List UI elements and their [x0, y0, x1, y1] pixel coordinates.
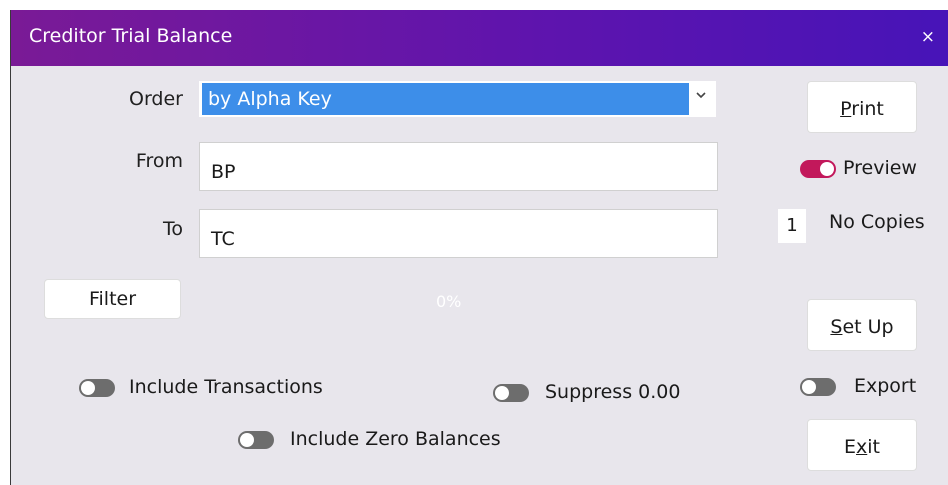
export-label: Export	[854, 375, 917, 397]
exit-mnemonic: x	[856, 436, 868, 458]
suppress-zero-label: Suppress 0.00	[545, 381, 681, 403]
from-label: From	[135, 150, 183, 172]
order-label: Order	[129, 88, 183, 110]
print-button[interactable]: Print	[807, 81, 917, 133]
close-icon[interactable]: ×	[921, 27, 935, 47]
exit-label-end: it	[867, 436, 880, 458]
progress-text: 0%	[436, 292, 462, 311]
preview-toggle[interactable]	[800, 160, 836, 178]
to-input[interactable]: TC	[199, 209, 718, 258]
include-transactions-toggle[interactable]	[79, 379, 115, 397]
order-select[interactable]: by Alpha Key	[199, 81, 716, 117]
setup-mnemonic: S	[830, 316, 843, 338]
to-label: To	[162, 218, 183, 240]
copies-input[interactable]: 1	[778, 209, 806, 243]
window-title: Creditor Trial Balance	[29, 25, 233, 47]
include-zero-balances-label: Include Zero Balances	[290, 428, 501, 450]
chevron-down-icon[interactable]	[694, 88, 708, 102]
report-dialog: Creditor Trial Balance × Order by Alpha …	[10, 10, 948, 485]
setup-label: et Up	[842, 316, 894, 338]
export-toggle[interactable]	[800, 378, 836, 396]
filter-button[interactable]: Filter	[44, 279, 181, 319]
order-select-value: by Alpha Key	[202, 83, 689, 115]
suppress-zero-toggle[interactable]	[493, 384, 529, 402]
print-mnemonic: P	[840, 98, 852, 120]
include-transactions-label: Include Transactions	[129, 376, 323, 398]
preview-label: Preview	[843, 157, 917, 179]
include-zero-balances-toggle[interactable]	[238, 431, 274, 449]
from-input[interactable]: BP	[199, 142, 718, 191]
print-label: rint	[851, 98, 884, 120]
exit-label-start: E	[844, 436, 857, 458]
setup-button[interactable]: Set Up	[807, 299, 917, 351]
title-bar: Creditor Trial Balance ×	[11, 10, 948, 66]
exit-button[interactable]: Exit	[807, 419, 917, 471]
copies-label: No Copies	[829, 211, 925, 233]
